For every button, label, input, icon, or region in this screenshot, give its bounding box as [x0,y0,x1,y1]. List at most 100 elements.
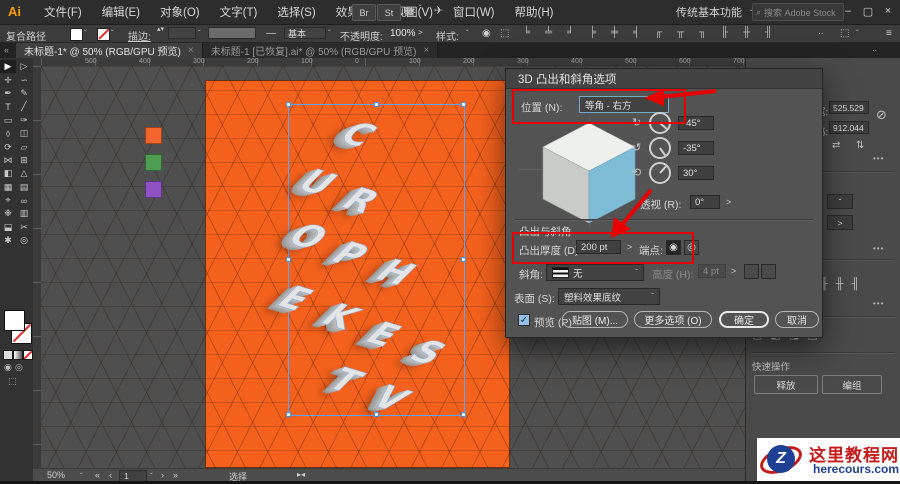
zoom-caret-icon[interactable]: ˇ [80,472,83,481]
stroke-style-caret-icon[interactable]: ˇ [328,29,331,38]
align-icon[interactable]: ╛ [564,27,577,38]
menu-item[interactable]: 窗口(W) [443,4,505,20]
rotate-y-dial[interactable] [649,137,671,159]
zoom-tool[interactable]: ◎ [16,234,32,247]
gradient-mode-button[interactable] [13,350,23,360]
menu-item[interactable]: 编辑(E) [92,4,150,20]
rotate-z-field[interactable]: 30° [678,166,714,180]
share-icon[interactable]: ✈ [434,4,443,17]
slice-tool[interactable]: ✂ [16,221,32,234]
cancel-button[interactable]: 取消 [775,311,819,328]
perspective-grid-tool[interactable]: △ [16,167,32,180]
color-swatch-object[interactable] [145,154,162,171]
maximize-button[interactable]: ▢ [858,0,878,22]
transform-more-icon[interactable]: ••• [873,154,884,163]
align-icon[interactable]: ╢ [762,27,775,38]
color-swatch-object[interactable] [145,127,162,144]
symbol-sprayer-tool[interactable]: ❉ [0,207,16,220]
type-tool[interactable]: T [0,100,16,113]
align-icon[interactable]: ╓ [652,27,665,38]
free-transform-tool[interactable]: ⊞ [16,154,32,167]
perspective-field[interactable]: 0° [690,195,720,209]
rotate-x-field[interactable]: -45° [678,116,714,130]
magic-wand-tool[interactable]: ✛ [0,73,16,86]
preview-cube[interactable] [534,119,644,225]
more-options-button[interactable]: 更多选项 (O) [634,311,712,328]
group-button[interactable]: 编组 [822,375,882,394]
blend-tool[interactable]: ∞ [16,194,32,207]
zoom-level[interactable]: 50% [47,470,65,480]
pen-tool[interactable]: ✒ [0,87,16,100]
artboard-caret-icon[interactable]: ˇ [150,472,153,481]
stock-badge[interactable]: St [377,4,401,21]
stock-search-input[interactable]: ⌕ 搜索 Adobe Stock [752,3,844,21]
constrain-proportions-icon[interactable]: ⊘ [876,107,887,123]
selection-handle[interactable] [461,102,466,107]
scale-tool[interactable]: ▱ [16,140,32,153]
screen-mode-icon[interactable]: ⬚ [8,376,17,387]
preview-checkbox[interactable]: ✓ [518,314,530,326]
extrude-depth-chevron-icon[interactable]: > [627,242,632,252]
align-icon[interactable]: ╫ [836,278,844,290]
surface-select[interactable]: 塑料效果底纹 ˇ [558,288,660,305]
rotate-x-dial[interactable] [649,112,671,134]
selection-handle[interactable] [461,412,466,417]
ok-button[interactable]: 确定 [719,311,769,328]
hand-tool[interactable]: ✱ [0,234,16,247]
last-artboard-icon[interactable]: » [173,470,178,480]
align-icon[interactable]: ╞ [586,27,599,38]
line-segment-tool[interactable]: ╱ [16,100,32,113]
fill-caret-icon[interactable]: ˇ [84,29,87,38]
fill-swatch[interactable] [70,28,83,41]
more-options-icon[interactable]: ∙∙ [818,28,824,39]
paintbrush-tool[interactable]: ✑ [16,114,32,127]
collapse-tabs-icon[interactable]: « [4,45,9,55]
fill-color-swatch[interactable] [4,310,25,331]
stroke-style-select[interactable]: 基本 [284,27,326,39]
style-caret-icon[interactable]: ˇ [466,29,469,38]
align-icon[interactable]: ╢ [852,278,860,290]
minimize-button[interactable]: – [838,0,858,22]
rotate-z-dial[interactable] [649,162,671,184]
menu-item[interactable]: 选择(S) [267,4,325,20]
selection-handle[interactable] [286,102,291,107]
selection-handle[interactable] [286,412,291,417]
3d-extrude-bevel-dialog[interactable]: 3D 凸出和斜角选项 位置 (N): 等角 - 右方 ˇ ↻ -45° ↺ -3… [505,68,823,338]
cap-off-button[interactable]: ◎ [684,240,699,255]
position-select[interactable]: 等角 - 右方 ˇ [579,96,669,113]
flip-horizontal-icon[interactable]: ⇄ [832,140,840,151]
align-more-icon[interactable]: ••• [873,299,884,308]
direct-selection-tool[interactable]: ▷ [16,60,32,73]
arrange-caret-icon[interactable]: ˇ [419,4,422,13]
appearance-more-icon[interactable]: ••• [873,244,884,253]
brush-definition-field[interactable] [208,27,256,39]
release-button[interactable]: 释放 [754,375,818,394]
height-field[interactable]: 912.044 [829,121,869,134]
panel-menu-icon[interactable]: ≡ [886,28,892,39]
color-mode-button[interactable] [3,350,13,360]
perspective-chevron-icon[interactable]: > [726,197,731,207]
grid-select-icon[interactable]: ⬚ [500,28,509,39]
selection-handle[interactable] [373,102,379,107]
transform-caret-icon[interactable]: ˇ [856,29,859,38]
none-mode-button[interactable] [23,350,33,360]
stroke-stepper[interactable]: ▴▾ [157,26,164,34]
selection-tool[interactable]: ▶ [0,60,16,74]
align-icon[interactable]: ╡ [630,27,643,38]
workspace-switcher[interactable]: 传统基本功能 ˇ [676,4,753,20]
stroke-swatch[interactable] [97,28,110,41]
rectangle-tool[interactable]: ▭ [0,114,16,127]
stroke-weight-caret-icon[interactable]: ˇ [198,29,201,38]
document-tab[interactable]: 未标题-1 [已恢复].ai* @ 50% (RGB/GPU 预览) × [202,43,439,58]
shaper-tool[interactable]: ◊ [0,127,16,140]
mesh-tool[interactable]: ▦ [0,181,16,194]
menu-item[interactable]: 帮助(H) [505,4,564,20]
close-button[interactable]: × [878,0,898,22]
eyedropper-tool[interactable]: ⌖ [0,194,16,207]
tab-close-icon[interactable]: × [423,45,429,56]
appearance-dropdown[interactable]: ˇ [827,194,853,209]
align-icon[interactable]: ╧ [542,27,555,38]
status-pair-icon[interactable]: ▸◂ [297,470,305,479]
shape-builder-tool[interactable]: ◧ [0,167,16,180]
tab-close-icon[interactable]: × [188,45,194,56]
